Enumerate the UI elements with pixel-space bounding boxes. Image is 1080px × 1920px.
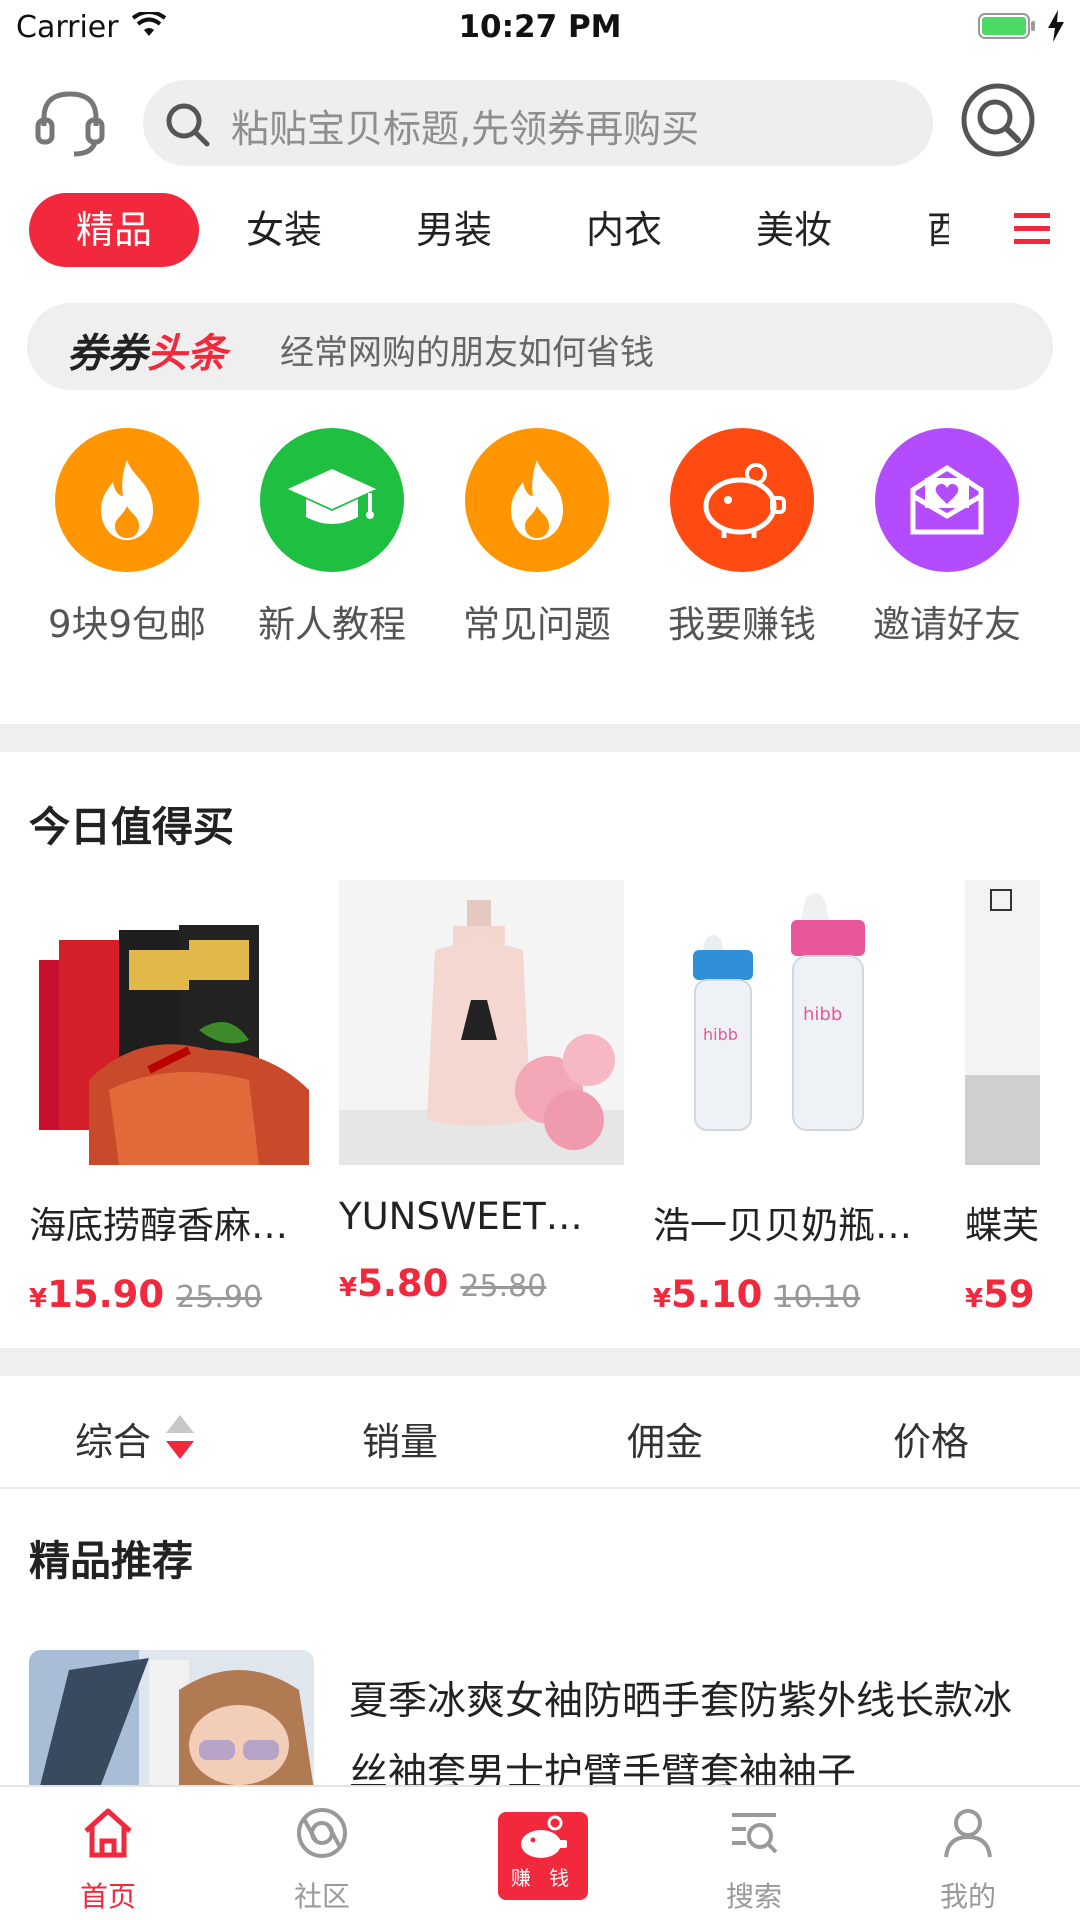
product-prices: ¥5.80 25.80 — [339, 1262, 547, 1305]
quick-link-label: 9块9包邮 — [47, 603, 207, 646]
product-name: 浩一贝贝奶瓶… — [653, 1204, 912, 1247]
product-name: 蝶芙 — [965, 1204, 1039, 1247]
product-image — [339, 880, 624, 1165]
search-icon — [166, 103, 210, 147]
product-price: 15.90 — [47, 1273, 165, 1316]
svg-text:hibb: hibb — [703, 1025, 738, 1044]
search-list-icon — [732, 1813, 778, 1854]
headline-text[interactable]: 经常网购的朋友如何省钱 — [280, 325, 654, 374]
product-name: YUNSWEET… — [339, 1195, 583, 1238]
tab-label: 我的 — [939, 1880, 996, 1913]
status-bar: Carrier 10:27 PM — [0, 0, 1080, 54]
product-card[interactable]: hibb hibb 浩一贝贝奶瓶… ¥5.10 10.10 — [653, 880, 938, 1316]
quick-links: 9块9包邮 新人教程 常见问题 我要赚钱 邀请好友 — [0, 428, 1080, 648]
quick-link-label: 常见问题 — [463, 603, 611, 646]
tab-label: 首页 — [79, 1880, 136, 1913]
community-icon — [297, 1808, 347, 1858]
recommend-item-title: 夏季冰爽女袖防晒手套防紫外线长款冰丝袖套男士护臂手臂套袖袖子 — [349, 1679, 1013, 1790]
product-card[interactable]: 蝶芙 ¥59 — [965, 880, 1080, 1316]
tab-community[interactable]: 社区 — [232, 1787, 412, 1920]
sort-commission[interactable]: 佣金 — [627, 1411, 703, 1466]
tab-category-4[interactable]: 美妆 — [709, 193, 879, 267]
today-products: 海底捞醇香麻… ¥15.90 25.90 YUNSWEET… ¥5.80 25.80 — [0, 880, 1080, 1320]
tab-category-1[interactable]: 女装 — [199, 193, 369, 267]
sort-sales[interactable]: 销量 — [362, 1411, 438, 1466]
charging-bolt-icon — [1048, 10, 1064, 42]
sort-comprehensive[interactable]: 综合 — [75, 1411, 151, 1466]
sort-toggle-icon[interactable] — [166, 1415, 194, 1459]
search-header: 粘贴宝贝标题,先领券再购买 — [0, 78, 1080, 168]
quick-link-label: 新人教程 — [258, 603, 406, 646]
product-image — [965, 880, 1040, 1165]
bottom-tab-bar: 首页 社区 赚 钱 搜索 我的 — [0, 1785, 1080, 1920]
quick-link-label: 我要赚钱 — [668, 603, 816, 646]
clock: 10:27 PM — [458, 9, 622, 45]
search-placeholder: 粘贴宝贝标题,先领券再购买 — [231, 107, 700, 151]
search-input[interactable]: 粘贴宝贝标题,先领券再购买 — [143, 80, 933, 166]
section-divider — [0, 1348, 1080, 1376]
piggy-bank-icon — [670, 428, 814, 572]
home-icon — [84, 1808, 132, 1858]
product-price: 59 — [983, 1273, 1035, 1316]
invite-envelope-icon — [875, 428, 1019, 572]
piggy-bank-icon — [521, 1815, 567, 1858]
flame-icon — [55, 428, 199, 572]
graduation-cap-icon — [260, 428, 404, 572]
quick-link-faq[interactable]: 常见问题 — [435, 428, 639, 648]
flame-icon — [465, 428, 609, 572]
quick-link-invite[interactable]: 邀请好友 — [845, 428, 1049, 648]
quick-link-tutorial[interactable]: 新人教程 — [230, 428, 434, 648]
tab-label: 搜索 — [725, 1880, 782, 1913]
sort-price[interactable]: 价格 — [893, 1411, 969, 1466]
today-section-title: 今日值得买 — [29, 803, 234, 851]
tab-category-5[interactable]: 酉 — [879, 193, 949, 267]
customer-service-icon[interactable] — [30, 82, 110, 162]
recommend-item[interactable]: 夏季冰爽女袖防晒手套防紫外线长款冰丝袖套男士护臂手臂套袖袖子 — [29, 1650, 1059, 1790]
product-original-price: 25.80 — [460, 1269, 547, 1304]
category-tabs: 精品 女装 男装 内衣 美妆 酉 — [0, 193, 1080, 268]
quick-link-9yuan[interactable]: 9块9包邮 — [25, 428, 229, 648]
tab-profile[interactable]: 我的 — [878, 1787, 1058, 1920]
quick-link-earn[interactable]: 我要赚钱 — [640, 428, 844, 648]
profile-icon — [944, 1809, 992, 1858]
product-image — [29, 880, 314, 1165]
menu-icon[interactable] — [1014, 211, 1050, 247]
quick-link-label: 邀请好友 — [873, 603, 1021, 646]
recommend-section-title: 精品推荐 — [29, 1537, 193, 1585]
product-prices: ¥5.10 10.10 — [653, 1273, 861, 1316]
product-original-price: 10.10 — [774, 1280, 861, 1315]
product-card[interactable]: YUNSWEET… ¥5.80 25.80 — [339, 880, 624, 1305]
tab-category-3[interactable]: 内衣 — [539, 193, 709, 267]
search-button-icon[interactable] — [960, 82, 1036, 158]
product-name: 海底捞醇香麻… — [29, 1204, 288, 1247]
tab-label: 社区 — [293, 1880, 350, 1913]
section-divider — [0, 724, 1080, 752]
product-image: hibb hibb — [653, 880, 938, 1165]
tab-earn-label: 赚 钱 — [510, 1866, 576, 1890]
battery-icon — [978, 13, 1035, 39]
tab-home[interactable]: 首页 — [18, 1787, 198, 1920]
headline-banner[interactable]: 券券头条 经常网购的朋友如何省钱 — [27, 303, 1053, 390]
svg-text:hibb: hibb — [803, 1004, 842, 1025]
sort-bar: 综合 销量 佣金 价格 — [0, 1377, 1080, 1489]
product-price: 5.80 — [357, 1262, 449, 1305]
product-original-price: 25.90 — [176, 1280, 263, 1315]
tab-category-0[interactable]: 精品 — [29, 193, 199, 267]
product-prices: ¥15.90 25.90 — [29, 1273, 263, 1316]
product-prices: ¥59 — [965, 1273, 1035, 1316]
product-card[interactable]: 海底捞醇香麻… ¥15.90 25.90 — [29, 880, 314, 1316]
product-price: 5.10 — [671, 1273, 763, 1316]
recommend-item-image — [29, 1650, 314, 1790]
tab-category-2[interactable]: 男装 — [369, 193, 539, 267]
tab-earn-button[interactable]: 赚 钱 — [498, 1812, 588, 1900]
headline-brand: 券券头条 — [67, 331, 227, 377]
tab-search[interactable]: 搜索 — [664, 1787, 844, 1920]
